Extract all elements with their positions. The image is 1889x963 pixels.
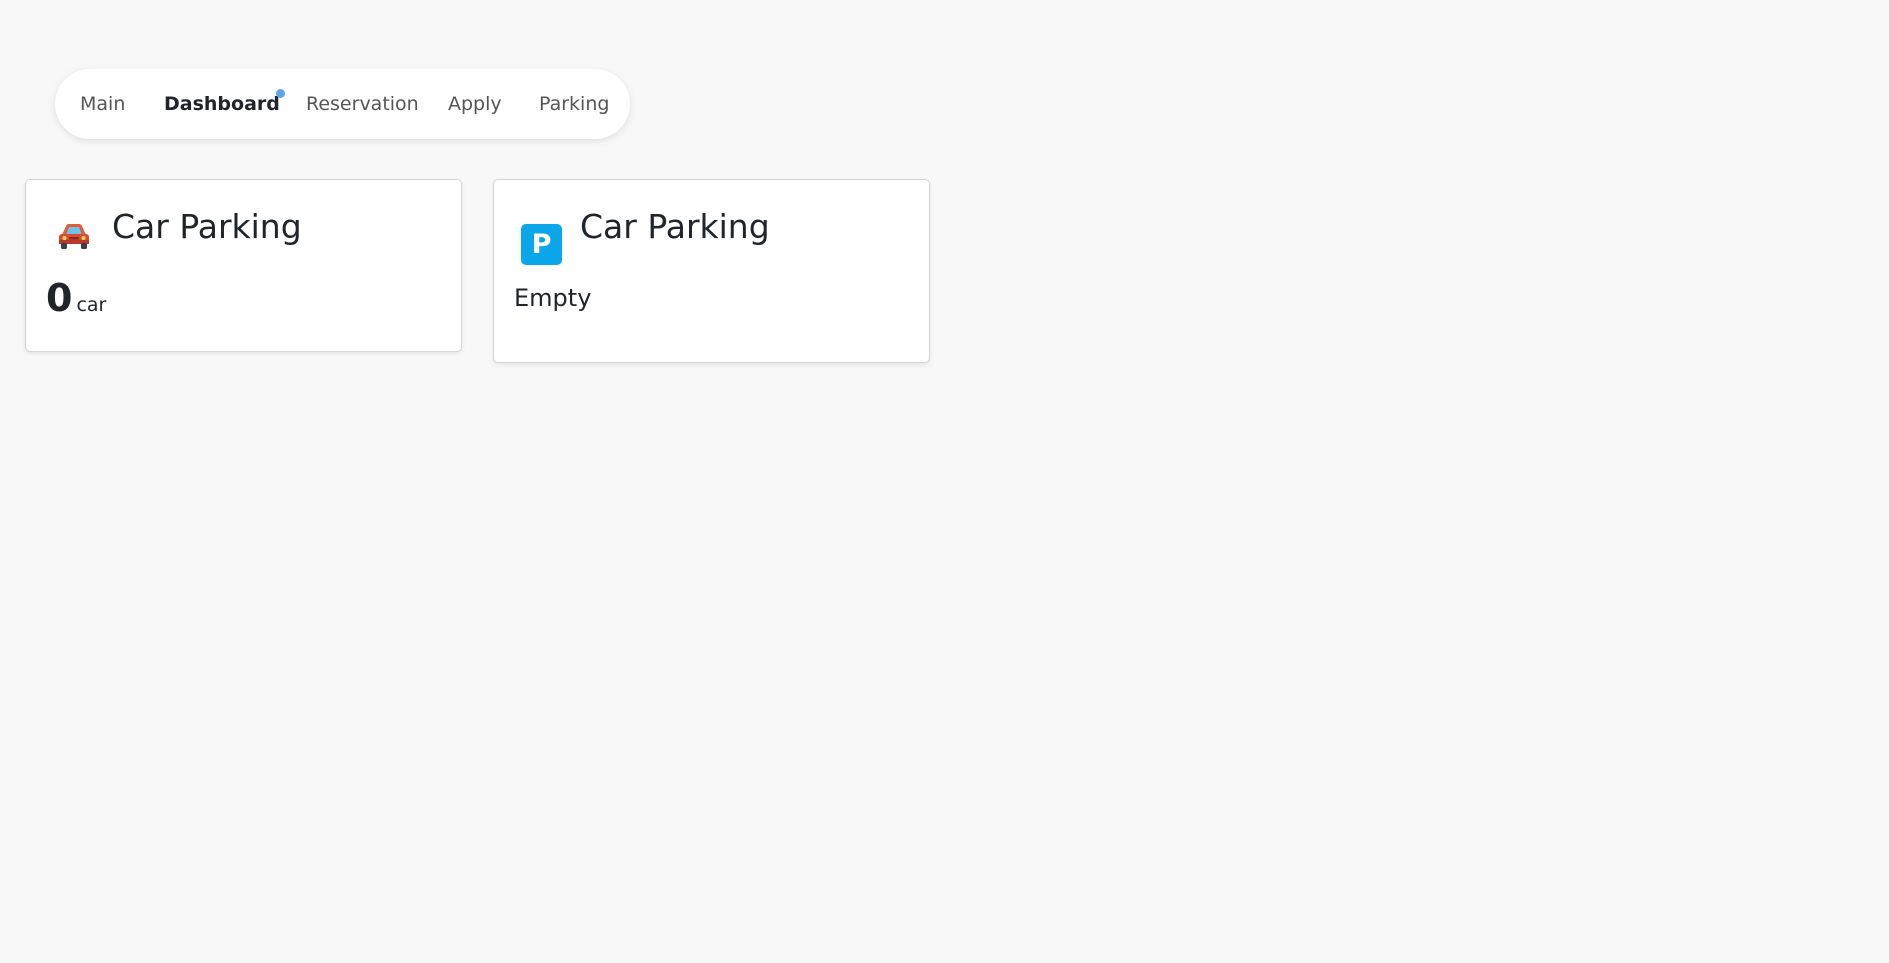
active-indicator-dot — [276, 89, 285, 98]
nav-item-dashboard[interactable]: Dashboard — [164, 69, 280, 139]
nav-item-main[interactable]: Main — [80, 69, 125, 139]
count-value: 0 — [46, 276, 73, 320]
top-nav: Main Dashboard Reservation Apply Parking — [55, 69, 630, 139]
nav-item-apply[interactable]: Apply — [448, 69, 502, 139]
car-icon — [56, 221, 92, 253]
nav-item-reservation[interactable]: Reservation — [306, 69, 419, 139]
car-count: 0 car — [46, 276, 106, 320]
parking-status: Empty — [514, 284, 592, 312]
count-unit: car — [76, 294, 107, 316]
parking-sign-icon: P — [521, 224, 562, 265]
nav-item-parking[interactable]: Parking — [539, 69, 609, 139]
car-count-card: Car Parking 0 car — [25, 179, 462, 352]
parking-status-card: P Car Parking Empty — [493, 179, 930, 363]
card-title: Car Parking — [112, 207, 302, 246]
card-title: Car Parking — [580, 207, 770, 246]
